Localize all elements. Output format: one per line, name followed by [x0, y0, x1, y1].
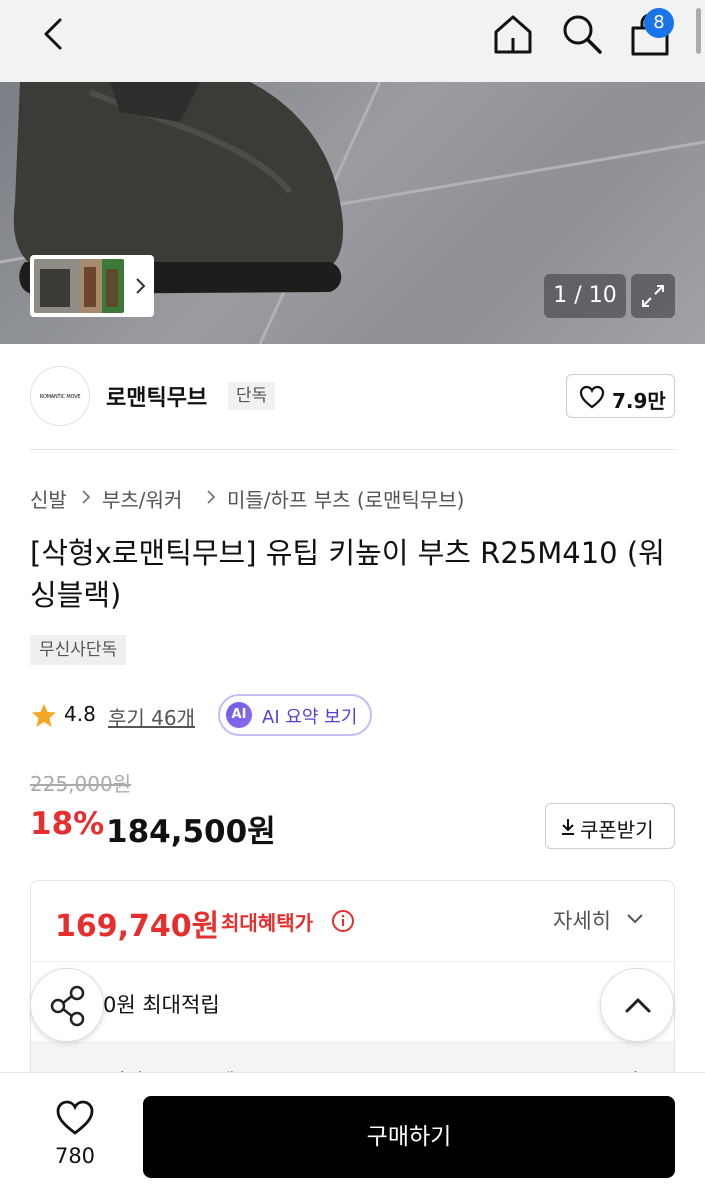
chevron-right-icon: [82, 490, 91, 504]
scrollbar[interactable]: [696, 8, 701, 54]
heart-icon: [579, 385, 605, 409]
review-count-link[interactable]: 후기 46개: [108, 702, 195, 731]
brand-like-button[interactable]: 7.9만: [566, 374, 675, 418]
sale-price: 184,500원: [106, 814, 276, 850]
expand-icon: [642, 285, 664, 307]
info-icon[interactable]: [331, 909, 355, 933]
image-counter: 1 / 10: [544, 274, 626, 318]
chevron-up-icon: [625, 998, 651, 1013]
brand-name[interactable]: 로맨틱무브: [106, 380, 207, 412]
brand-like-count: 7.9만: [612, 389, 666, 413]
brand-exclusive-tag: 단독: [228, 382, 276, 410]
brand-logo[interactable]: ROMANTIC MOVE: [30, 366, 90, 426]
ai-summary-label: AI 요약 보기: [262, 707, 358, 728]
breadcrumb-item[interactable]: 부츠/워커: [102, 484, 182, 513]
ai-icon: AI: [226, 702, 252, 728]
breadcrumb-item[interactable]: 미들/하프 부츠 (로맨틱무브): [227, 484, 464, 513]
chevron-down-icon[interactable]: [625, 911, 645, 927]
scroll-top-button[interactable]: [600, 968, 674, 1042]
chevron-right-icon[interactable]: [132, 276, 148, 296]
divider: [30, 449, 675, 450]
buy-button[interactable]: 구매하기: [143, 1096, 675, 1178]
breadcrumb-item[interactable]: 신발: [30, 484, 67, 513]
thumbnail-image[interactable]: [34, 259, 124, 313]
divider: [31, 961, 674, 962]
heart-icon[interactable]: [55, 1100, 95, 1136]
product-title: [삭형x로맨틱무브] 유팁 키높이 부츠 R25M410 (워싱블랙): [30, 536, 665, 612]
back-arrow-icon[interactable]: [36, 14, 72, 54]
rating-score: 4.8: [64, 702, 96, 726]
exclusive-badge: 무신사단독: [30, 635, 127, 665]
share-icon: [50, 985, 85, 1027]
ai-summary-button[interactable]: AI AI 요약 보기: [218, 694, 372, 736]
share-button[interactable]: [30, 968, 104, 1042]
detail-toggle[interactable]: 자세히: [553, 905, 611, 935]
max-points: 0원 최대적립: [103, 993, 220, 1017]
chevron-right-icon: [207, 490, 216, 504]
expand-button[interactable]: [631, 274, 675, 318]
coupon-label: 쿠폰받기: [580, 818, 654, 842]
home-icon[interactable]: [491, 12, 535, 56]
like-count: 780: [54, 1144, 96, 1168]
benefits-box: 169,740원 최대혜택가 자세히 0원 최대적립 등급 적립 (LV.2 프…: [30, 880, 675, 1100]
discount-rate: 18%: [30, 806, 105, 842]
original-price: 225,000원: [30, 772, 132, 796]
coupon-button[interactable]: 쿠폰받기: [545, 803, 675, 849]
cart-count-badge: 8: [644, 8, 674, 38]
star-icon: [32, 704, 56, 727]
search-icon[interactable]: [560, 12, 604, 56]
download-icon: [562, 819, 574, 835]
max-benefit-label: 최대혜택가: [221, 911, 313, 935]
max-benefit-price: 169,740원: [55, 909, 220, 944]
